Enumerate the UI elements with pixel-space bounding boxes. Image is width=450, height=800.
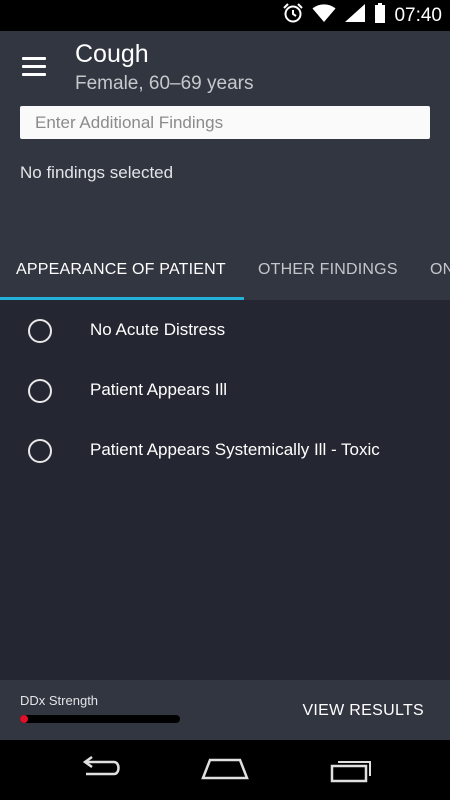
list-item[interactable]: Patient Appears Ill bbox=[0, 360, 450, 420]
results-bar: DDx Strength VIEW RESULTS bbox=[0, 680, 450, 740]
radio-button[interactable] bbox=[28, 319, 52, 343]
ddx-strength-label: DDx Strength bbox=[20, 693, 99, 708]
home-icon[interactable] bbox=[201, 756, 249, 784]
navigation-bar bbox=[0, 740, 450, 800]
status-time: 07:40 bbox=[394, 4, 442, 26]
page-title: Cough bbox=[75, 40, 149, 68]
hamburger-menu-icon[interactable] bbox=[22, 57, 48, 77]
tab-appearance-of-patient[interactable]: APPEARANCE OF PATIENT bbox=[16, 243, 226, 300]
additional-findings-input[interactable] bbox=[20, 106, 430, 139]
option-label: Patient Appears Systemically Ill - Toxic bbox=[90, 440, 380, 459]
battery-icon bbox=[374, 2, 386, 29]
radio-button[interactable] bbox=[28, 439, 52, 463]
view-results-button[interactable]: VIEW RESULTS bbox=[302, 702, 424, 720]
tab-bar: APPEARANCE OF PATIENT OTHER FINDINGS ON bbox=[0, 243, 450, 300]
back-icon[interactable] bbox=[76, 755, 124, 784]
recent-apps-icon[interactable] bbox=[326, 756, 374, 784]
option-label: Patient Appears Ill bbox=[90, 380, 228, 399]
tab-on[interactable]: ON bbox=[430, 243, 450, 300]
selected-findings-status: No findings selected bbox=[20, 163, 174, 182]
status-icons: 07:40 bbox=[282, 0, 442, 31]
option-label: No Acute Distress bbox=[90, 320, 226, 339]
ddx-strength-bar bbox=[20, 715, 180, 723]
tab-other-findings[interactable]: OTHER FINDINGS bbox=[258, 243, 398, 300]
list-item[interactable]: No Acute Distress bbox=[0, 300, 450, 360]
alarm-icon bbox=[282, 2, 304, 29]
patient-subtitle: Female, 60–69 years bbox=[75, 73, 254, 94]
app-header: Cough Female, 60–69 years No findings se… bbox=[0, 31, 450, 243]
status-bar: 07:40 bbox=[0, 0, 450, 31]
radio-button[interactable] bbox=[28, 379, 52, 403]
findings-list: No Acute Distress Patient Appears Ill Pa… bbox=[0, 300, 450, 680]
list-item[interactable]: Patient Appears Systemically Ill - Toxic bbox=[0, 420, 450, 480]
wifi-icon bbox=[312, 3, 336, 28]
ddx-strength-fill bbox=[20, 715, 28, 723]
signal-icon bbox=[344, 3, 366, 28]
